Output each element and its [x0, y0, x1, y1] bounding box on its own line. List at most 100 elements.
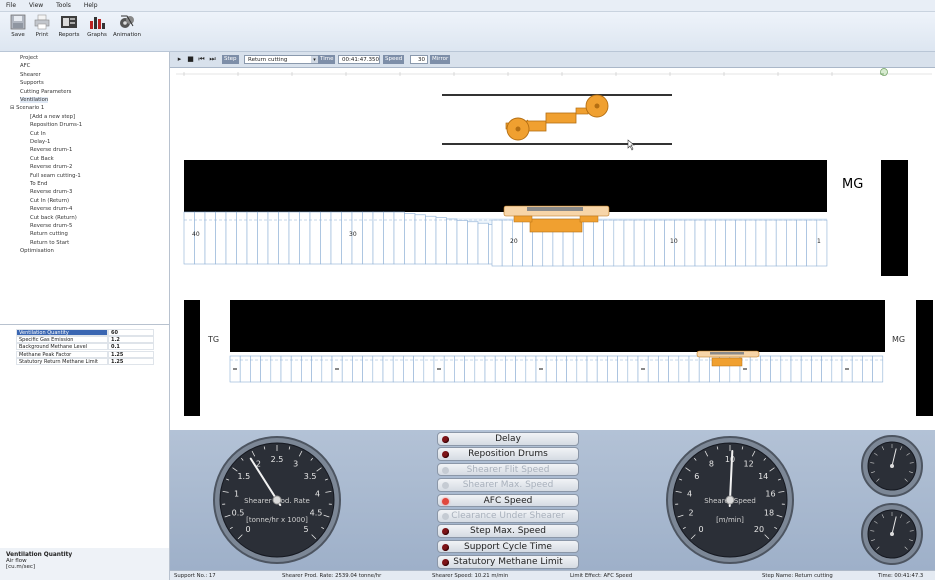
tree-item[interactable]: [Add a new step] [30, 114, 75, 120]
gauge-hub [890, 464, 894, 468]
support-number-20: 20 [510, 238, 518, 245]
support-marker [743, 368, 747, 370]
status-led-icon [442, 543, 449, 551]
property-row[interactable]: Specific Gas Emission 1.2 [14, 336, 154, 344]
support-cell [714, 219, 726, 267]
tree-item[interactable]: Reposition Drums-1 [30, 122, 82, 128]
indicator-label: Clearance Under Shearer [451, 511, 565, 521]
mirror-button[interactable]: Mirror [430, 55, 451, 64]
support-marker [335, 368, 339, 370]
indicator-label: Shearer Flit Speed [466, 464, 550, 475]
tree-item[interactable]: Cut back (Return) [30, 215, 77, 221]
status-speed: Shearer Speed: 10.21 m/min [432, 573, 509, 579]
menu-help[interactable]: Help [78, 0, 103, 9]
timeline-slider[interactable] [880, 68, 888, 76]
property-row[interactable]: Statutory Return Methane Limit 1.25 [14, 357, 154, 365]
tree-item[interactable]: Reverse drum-5 [30, 223, 72, 229]
indicator-label: Shearer Max. Speed [462, 480, 554, 491]
tree-item[interactable]: Project [20, 55, 38, 61]
support-cell [806, 219, 818, 267]
play-icon[interactable]: ▸ [176, 56, 183, 63]
time-field[interactable]: 00:41:47.350 [338, 55, 380, 64]
tailgate-block [184, 300, 200, 416]
tree-item[interactable]: Cut In [30, 131, 46, 137]
tree-item[interactable]: Cutting Parameters [20, 89, 71, 95]
reports-button[interactable]: Reports [55, 14, 83, 50]
step-select[interactable]: Return cutting ▾ [244, 55, 320, 64]
support-marker [539, 368, 543, 370]
tree-item-label: Full seam cutting-1 [30, 172, 81, 179]
graphs-button[interactable]: Graphs [83, 14, 111, 50]
animation-button[interactable]: Animation [111, 14, 143, 50]
menu-file[interactable]: File [0, 0, 21, 9]
print-button[interactable]: Print [30, 14, 54, 50]
tree-item[interactable]: Cut Back [30, 156, 54, 162]
property-row[interactable]: Background Methane Level 0.1 [14, 343, 154, 351]
status-support: Support No.: 17 [174, 573, 216, 579]
tree-item[interactable]: AFC [20, 63, 30, 69]
graphs-label: Graphs [87, 32, 107, 38]
support-cell [491, 219, 503, 267]
step-back-icon[interactable]: ⏮ [198, 56, 205, 63]
graphs-icon [90, 17, 105, 29]
app-window: { "menu": ["File", "View", "Tools", "Hel… [0, 0, 935, 580]
tree-item[interactable]: Return to Start [30, 240, 69, 246]
tree-item-label: Supports [20, 80, 44, 87]
property-value[interactable]: 0.1 [108, 343, 154, 351]
support-number-40: 40 [192, 231, 200, 238]
support-row-bottom [229, 355, 885, 383]
property-name: Statutory Return Methane Limit [16, 357, 108, 365]
tree-item[interactable]: Reverse drum-2 [30, 164, 72, 170]
indicator-support-cycle-time: Support Cycle Time [437, 539, 579, 554]
status-limit: Limit Effect: AFC Speed [570, 573, 633, 579]
property-value[interactable]: 60 [108, 329, 154, 336]
gauge-tick-label: 2 [688, 509, 693, 518]
tree-item[interactable]: Optimisation [20, 248, 54, 254]
playback-controls: ▸ ■ ⏮ ⏭ Step Return cutting ▾ Time 00:41… [170, 52, 935, 68]
tree-item[interactable]: ⊟ Scenario 1 [10, 105, 44, 111]
mouse-cursor-icon [627, 139, 635, 151]
save-button[interactable]: Save [6, 14, 30, 50]
support-cell [593, 219, 604, 267]
support-cell [633, 219, 645, 267]
tree-item[interactable]: Delay-1 [30, 139, 50, 145]
tree-item[interactable]: Shearer [20, 72, 41, 78]
gauge-tick-label: 20 [754, 525, 764, 534]
status-bar: Support No.: 17 Shearer Prod. Rate: 2539… [170, 570, 935, 580]
support-cell [603, 219, 615, 267]
property-name: Background Methane Level [16, 343, 108, 351]
property-value[interactable]: 1.2 [108, 336, 154, 344]
status-time: Time: 00:41:47.3 [878, 573, 924, 579]
tree-item[interactable]: Reverse drum-1 [30, 147, 72, 153]
tree-item[interactable]: Reverse drum-4 [30, 206, 72, 212]
support-marker [233, 368, 237, 370]
speed-field[interactable]: 30 [410, 55, 428, 64]
reports-icon [61, 16, 77, 28]
gauge-tick-label: 8 [709, 459, 714, 468]
step-forward-icon[interactable]: ⏭ [209, 56, 216, 63]
support-cell [623, 219, 635, 267]
gauge-tick-label: 0.5 [232, 509, 245, 518]
tree-item[interactable]: Reverse drum-3 [30, 189, 72, 195]
menu-view[interactable]: View [23, 0, 48, 9]
gauge-tick-label: 4 [687, 490, 692, 499]
support-cell [654, 219, 665, 267]
animation-icon [120, 15, 134, 28]
gauge-tick-label: 0 [698, 525, 703, 534]
property-row[interactable]: Ventilation Quantity 60 [14, 329, 154, 336]
tree-item[interactable]: Return cutting [30, 231, 68, 237]
indicator-label: Support Cycle Time [464, 541, 552, 552]
stop-icon[interactable]: ■ [187, 56, 194, 63]
property-value[interactable]: 1.25 [108, 357, 154, 365]
coal-face-top [184, 160, 827, 212]
property-row[interactable]: Methane Peak Factor 1.25 [14, 350, 154, 358]
tree-item[interactable]: Supports [20, 80, 44, 86]
tree-item[interactable]: Ventilation [20, 97, 49, 103]
tree-item[interactable]: To End [30, 181, 47, 187]
property-value[interactable]: 1.25 [108, 350, 154, 358]
tree-item[interactable]: Cut In (Return) [30, 198, 69, 204]
chevron-down-icon[interactable]: ▾ [311, 56, 318, 63]
support-cell [775, 219, 787, 267]
menu-tools[interactable]: Tools [50, 0, 76, 9]
tree-item[interactable]: Full seam cutting-1 [30, 173, 81, 179]
